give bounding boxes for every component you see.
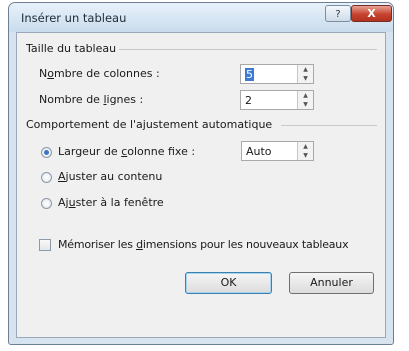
spin-down-icon[interactable]: ▼ — [298, 151, 313, 160]
lignes-label: Nombre de lignes : — [39, 93, 144, 106]
colonnes-label: Nombre de colonnes : — [39, 67, 160, 80]
colonnes-spinner[interactable]: 5 ▲ ▼ — [240, 64, 314, 84]
memoriser-label[interactable]: Mémoriser les dimensions pour les nouvea… — [58, 238, 349, 251]
spin-up-icon[interactable]: ▲ — [298, 65, 313, 74]
close-button[interactable]: X — [351, 5, 392, 22]
spin-up-icon[interactable]: ▲ — [298, 142, 313, 151]
radio-largeur-fixe[interactable] — [41, 147, 52, 158]
lignes-input[interactable]: 2 — [245, 94, 252, 107]
largeur-spinner[interactable]: Auto ▲ ▼ — [241, 141, 314, 161]
section-taille-heading: Taille du tableau — [26, 42, 117, 55]
close-icon: X — [367, 7, 376, 20]
help-button[interactable]: ? — [325, 5, 351, 22]
colonnes-input[interactable]: 5 — [245, 68, 254, 81]
radio-ajuster-contenu-label[interactable]: Ajuster au contenu — [58, 170, 162, 183]
radio-largeur-fixe-label[interactable]: Largeur de colonne fixe : — [58, 145, 195, 158]
lignes-spinner[interactable]: 2 ▲ ▼ — [240, 90, 314, 110]
spin-down-icon[interactable]: ▼ — [298, 74, 313, 83]
cancel-button[interactable]: Annuler — [289, 272, 374, 294]
dialog-body: Taille du tableau Nombre de colonnes : 5… — [16, 32, 386, 338]
title-bar[interactable]: Insérer un tableau ? X — [9, 3, 393, 32]
largeur-input[interactable]: Auto — [246, 145, 272, 158]
help-icon: ? — [335, 9, 341, 20]
section-divider — [281, 125, 377, 126]
memoriser-checkbox[interactable] — [39, 239, 51, 251]
section-ajustement-heading: Comportement de l'ajustement automatique — [26, 118, 273, 131]
largeur-spin-arrows[interactable]: ▲ ▼ — [297, 142, 313, 160]
section-divider — [119, 49, 377, 50]
dialog-title: Insérer un tableau — [21, 11, 127, 25]
dialog-window: Insérer un tableau ? X Taille du tableau… — [8, 2, 394, 345]
spin-up-icon[interactable]: ▲ — [298, 91, 313, 100]
radio-ajuster-fenetre-label[interactable]: Ajuster à la fenêtre — [58, 196, 164, 209]
spin-down-icon[interactable]: ▼ — [298, 100, 313, 109]
lignes-spin-arrows[interactable]: ▲ ▼ — [297, 91, 313, 109]
colonnes-spin-arrows[interactable]: ▲ ▼ — [297, 65, 313, 83]
radio-ajuster-fenetre[interactable] — [41, 198, 52, 209]
ok-button[interactable]: OK — [185, 272, 272, 294]
radio-ajuster-contenu[interactable] — [41, 172, 52, 183]
